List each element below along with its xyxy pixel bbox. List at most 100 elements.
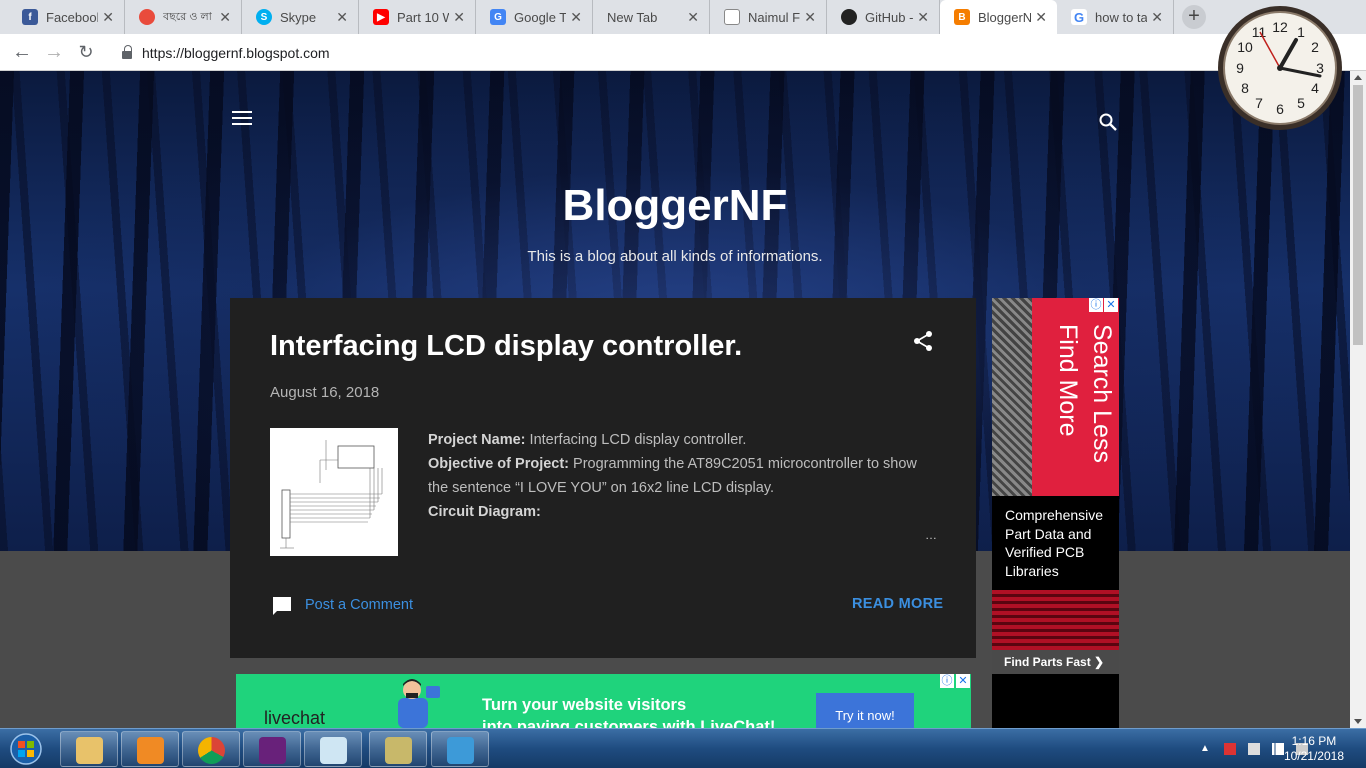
forward-arrow-icon[interactable]: → <box>42 41 66 65</box>
github-icon <box>841 9 857 25</box>
project-name-label: Project Name: <box>428 432 526 448</box>
circuit-diagram-thumbnail[interactable] <box>270 428 398 556</box>
close-icon[interactable]: ✕ <box>1035 9 1047 26</box>
google-icon: G <box>1071 9 1087 25</box>
search-icon[interactable] <box>1098 112 1118 132</box>
page-scrollbar[interactable] <box>1350 71 1366 728</box>
taskbar-date: 10/21/2018 <box>1283 749 1344 763</box>
clock-number: 7 <box>1255 95 1263 111</box>
skype-icon: S <box>256 9 272 25</box>
page-icon <box>139 9 155 25</box>
scroll-up-icon[interactable] <box>1354 75 1362 80</box>
tab-new-tab[interactable]: New Tab ✕ <box>593 0 710 34</box>
tab-google-translate[interactable]: G Google Tr ✕ <box>476 0 593 34</box>
tab-youtube[interactable]: ▶ Part 10 W ✕ <box>359 0 476 34</box>
close-icon[interactable]: ✕ <box>336 9 348 26</box>
read-more-link[interactable]: READ MORE <box>852 596 943 612</box>
post-comment-link[interactable]: Post a Comment <box>305 597 413 613</box>
clock-number: 11 <box>1252 24 1267 40</box>
taskbar-visual-studio[interactable] <box>243 731 301 767</box>
close-icon[interactable]: ✕ <box>687 9 699 26</box>
side-advertisement[interactable]: Search Less Find More ⓘ ✕ Comprehensive … <box>992 298 1119 728</box>
tab-document[interactable]: Naimul Fe ✕ <box>710 0 827 34</box>
ad-headline: Search Less Find More <box>1032 298 1119 496</box>
close-icon[interactable]: ✕ <box>219 9 231 26</box>
tools-icon <box>385 737 412 764</box>
media-player-icon <box>137 737 164 764</box>
taskbar-clock[interactable]: 1:16 PM 10/21/2018 <box>1284 734 1344 764</box>
ad-headline-line1: Search Less <box>1088 324 1116 463</box>
close-icon[interactable]: ✕ <box>804 9 816 26</box>
close-icon[interactable]: ✕ <box>570 9 582 26</box>
tab-title: Naimul Fe <box>748 9 801 25</box>
browser-toolbar: ← → ↻ https://bloggernf.blogspot.com <box>0 34 1366 71</box>
show-hidden-icons-icon[interactable]: ▲ <box>1200 743 1212 755</box>
taskbar-chrome[interactable] <box>182 731 240 767</box>
tab-skype[interactable]: S Skype ✕ <box>242 0 359 34</box>
blog-description: This is a blog about all kinds of inform… <box>527 248 823 265</box>
scrollbar-thumb[interactable] <box>1353 85 1363 345</box>
close-icon[interactable]: ✕ <box>102 9 114 26</box>
scroll-down-icon[interactable] <box>1354 719 1362 724</box>
clock-number: 4 <box>1311 80 1319 96</box>
taskbar-tool-app[interactable] <box>369 731 427 767</box>
ad-close-icon[interactable]: ✕ <box>1104 298 1118 312</box>
clock-number: 9 <box>1236 60 1244 76</box>
pcb-image <box>992 298 1032 496</box>
post-title[interactable]: Interfacing LCD display controller. <box>270 330 742 363</box>
youtube-icon: ▶ <box>373 9 389 25</box>
blogger-icon: B <box>954 9 970 25</box>
tab-title: New Tab <box>607 9 658 25</box>
ad-info-icon[interactable]: ⓘ <box>1089 298 1103 312</box>
tab-facebook[interactable]: f Facebook ✕ <box>8 0 125 34</box>
web-page: BloggerNF This is a blog about all kinds… <box>0 71 1350 728</box>
tab-google-search[interactable]: G how to ta ✕ <box>1057 0 1174 34</box>
new-tab-button[interactable]: + <box>1182 5 1206 29</box>
tab-github[interactable]: GitHub - n ✕ <box>827 0 940 34</box>
bottom-advertisement[interactable]: livechat Turn your website visitors into… <box>236 674 971 728</box>
ad-headline-line2: Find More <box>1054 324 1082 437</box>
ad-cta[interactable]: Find Parts Fast ❯ <box>992 650 1119 674</box>
close-icon[interactable]: ✕ <box>453 9 465 26</box>
chrome-icon <box>198 737 225 764</box>
tab-title: BloggerN <box>978 9 1032 25</box>
address-bar[interactable]: https://bloggernf.blogspot.com <box>108 38 1208 67</box>
network-signal-icon[interactable] <box>1272 743 1284 755</box>
google-translate-icon: G <box>490 9 506 25</box>
ad-close-icon[interactable]: ✕ <box>956 674 970 688</box>
taskbar-media-player[interactable] <box>121 731 179 767</box>
clock-number: 10 <box>1237 39 1253 55</box>
post-card: Interfacing LCD display controller. Augu… <box>230 298 976 658</box>
taskbar-file-explorer[interactable] <box>60 731 118 767</box>
try-it-now-button[interactable]: Try it now! <box>816 693 914 728</box>
tab-bengali-page[interactable]: বছরে ও লা ✕ <box>125 0 242 34</box>
back-arrow-icon[interactable]: ← <box>10 41 34 65</box>
close-icon[interactable]: ✕ <box>917 9 929 26</box>
tab-title: Facebook <box>46 9 99 25</box>
reload-icon[interactable]: ↻ <box>74 41 98 65</box>
ad-info-icon[interactable]: ⓘ <box>940 674 954 688</box>
taskbar-app[interactable] <box>431 731 489 767</box>
tab-bloggernf[interactable]: B BloggerN ✕ <box>940 0 1057 34</box>
url-text: https://bloggernf.blogspot.com <box>142 44 330 61</box>
taskbar-time: 1:16 PM <box>1291 734 1337 748</box>
snippet-ellipsis: … <box>925 528 937 542</box>
share-icon[interactable] <box>912 330 934 352</box>
action-center-flag-icon[interactable] <box>1224 743 1236 755</box>
blog-title[interactable]: BloggerNF <box>0 181 1350 231</box>
tab-title: Google Tr <box>514 9 567 25</box>
device-icon[interactable] <box>1248 743 1260 755</box>
tab-title: how to ta <box>1095 9 1148 25</box>
system-tray: ▲ 1:16 PM 10/21/2018 <box>1156 729 1366 768</box>
hamburger-menu-icon[interactable] <box>232 111 252 127</box>
ad-body-text: Comprehensive Part Data and Verified PCB… <box>992 498 1119 590</box>
comment-icon[interactable] <box>272 596 292 616</box>
document-icon <box>724 9 740 25</box>
clock-number: 12 <box>1272 19 1288 35</box>
close-icon[interactable]: ✕ <box>1151 9 1163 26</box>
start-button-icon[interactable] <box>4 731 48 767</box>
desktop-clock-gadget[interactable]: 12 1 2 3 4 5 6 7 8 9 10 11 <box>1216 4 1344 132</box>
person-illustration-icon <box>398 679 440 728</box>
taskbar-notepad[interactable] <box>304 731 362 767</box>
tab-title: GitHub - n <box>865 9 914 25</box>
